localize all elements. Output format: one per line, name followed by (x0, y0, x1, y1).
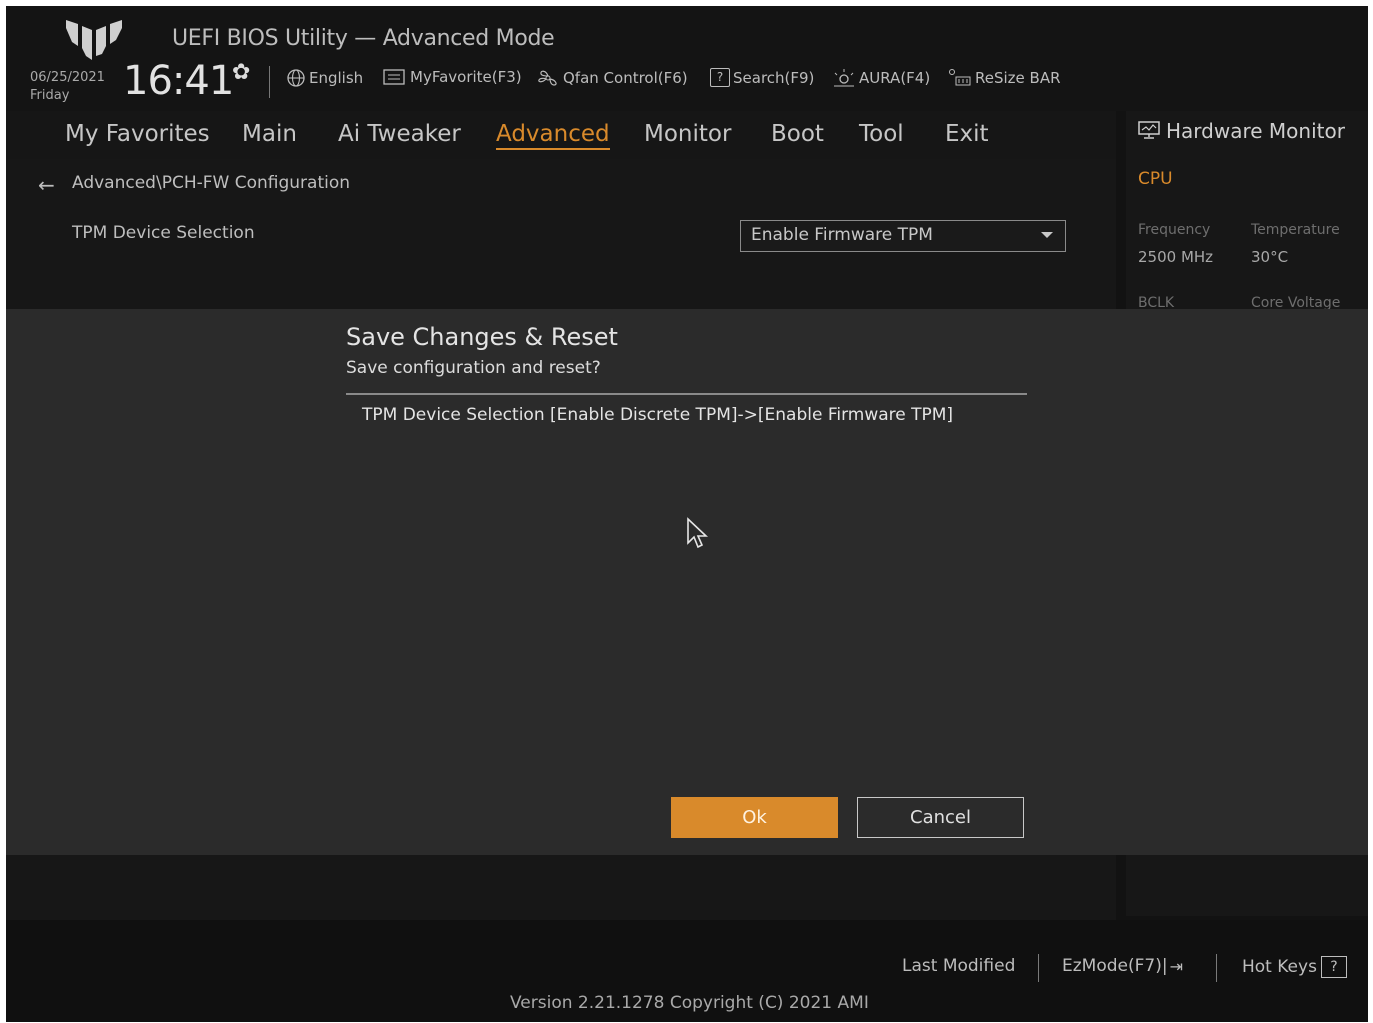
hot-keys-button[interactable]: Hot Keys? (1242, 956, 1347, 978)
breadcrumb: Advanced\PCH-FW Configuration (72, 173, 351, 193)
cancel-button[interactable]: Cancel (857, 797, 1024, 838)
tab-ai-tweaker[interactable]: Ai Tweaker (338, 121, 461, 147)
last-modified-button[interactable]: Last Modified (902, 956, 1015, 976)
frequency-label: Frequency (1138, 222, 1211, 238)
myfavorite-label: MyFavorite(F3) (410, 68, 522, 86)
ok-button[interactable]: Ok (671, 797, 838, 838)
dialog-divider (346, 393, 1027, 395)
footer-bar: Last Modified EzMode(F7)| ⇥ Hot Keys? Ver… (6, 920, 1368, 1022)
lower-panel (6, 855, 1116, 920)
version-text: Version 2.21.1278 Copyright (C) 2021 AMI (510, 993, 869, 1013)
date-display: 06/25/2021 (30, 70, 105, 85)
tab-boot[interactable]: Boot (771, 121, 824, 147)
bios-window: UEFI BIOS Utility — Advanced Mode 06/25/… (6, 6, 1368, 1022)
ezmode-button[interactable]: EzMode(F7)| ⇥ (1062, 956, 1183, 976)
tpm-device-selection-label: TPM Device Selection (72, 223, 255, 243)
hot-keys-label: Hot Keys (1242, 957, 1317, 977)
dialog-subtitle: Save configuration and reset? (346, 358, 601, 378)
cpu-section-title: CPU (1138, 169, 1173, 189)
main-menu-bar: My Favorites Main Ai Tweaker Advanced Mo… (6, 111, 1116, 159)
qfan-label: Qfan Control(F6) (563, 69, 688, 87)
dialog-change-item: TPM Device Selection [Enable Discrete TP… (362, 405, 954, 425)
temperature-label: Temperature (1251, 222, 1340, 238)
language-button[interactable]: English (286, 68, 363, 88)
tab-advanced[interactable]: Advanced (496, 121, 610, 150)
qfan-control-button[interactable]: Qfan Control(F6) (536, 68, 688, 88)
exit-arrow-icon: ⇥ (1169, 956, 1183, 976)
app-title: UEFI BIOS Utility — Advanced Mode (172, 26, 555, 51)
hardware-monitor-title: Hardware Monitor (1166, 119, 1345, 143)
aura-label: AURA(F4) (859, 69, 931, 87)
settings-content: ← Advanced\PCH-FW Configuration TPM Devi… (6, 159, 1116, 309)
back-arrow-icon[interactable]: ← (38, 173, 55, 197)
mouse-pointer-icon (687, 517, 709, 549)
aura-button[interactable]: AURA(F4) (832, 68, 930, 88)
footer-divider (1038, 954, 1039, 982)
tab-exit[interactable]: Exit (945, 121, 989, 147)
tab-my-favorites[interactable]: My Favorites (65, 121, 210, 147)
temperature-value: 30°C (1251, 248, 1289, 266)
fan-icon (538, 70, 557, 86)
globe-icon (287, 69, 305, 87)
header-divider (269, 66, 270, 98)
tab-monitor[interactable]: Monitor (644, 121, 731, 147)
footer-divider (1216, 954, 1217, 982)
ezmode-label: EzMode(F7)| (1062, 956, 1168, 976)
search-button[interactable]: ? Search(F9) (710, 68, 814, 87)
day-display: Friday (30, 88, 70, 103)
tab-main[interactable]: Main (242, 121, 297, 147)
language-label: English (309, 69, 364, 87)
gear-icon[interactable]: ✿ (232, 60, 250, 85)
aura-icon (834, 69, 854, 87)
resize-bar-button[interactable]: ReSize BAR (948, 68, 1061, 88)
tab-tool[interactable]: Tool (859, 121, 904, 147)
favorite-icon (383, 69, 405, 85)
dialog-title: Save Changes & Reset (346, 323, 618, 351)
chevron-down-icon (1041, 232, 1053, 238)
resize-bar-label: ReSize BAR (975, 69, 1061, 87)
tpm-device-selection-dropdown[interactable]: Enable Firmware TPM (740, 220, 1066, 252)
save-changes-dialog: Save Changes & Reset Save configuration … (6, 309, 1368, 855)
help-icon: ? (1320, 956, 1347, 978)
search-icon: ? (710, 68, 730, 87)
monitor-icon (1138, 121, 1160, 139)
tpm-selected-value: Enable Firmware TPM (751, 225, 933, 245)
frequency-value: 2500 MHz (1138, 248, 1214, 266)
resize-bar-icon (949, 69, 971, 86)
header-bar: UEFI BIOS Utility — Advanced Mode 06/25/… (6, 6, 1368, 111)
myfavorite-button[interactable]: MyFavorite(F3) (383, 68, 522, 86)
tuf-logo (66, 20, 122, 60)
search-label: Search(F9) (733, 68, 815, 87)
clock-display[interactable]: 16:41 (123, 58, 234, 104)
